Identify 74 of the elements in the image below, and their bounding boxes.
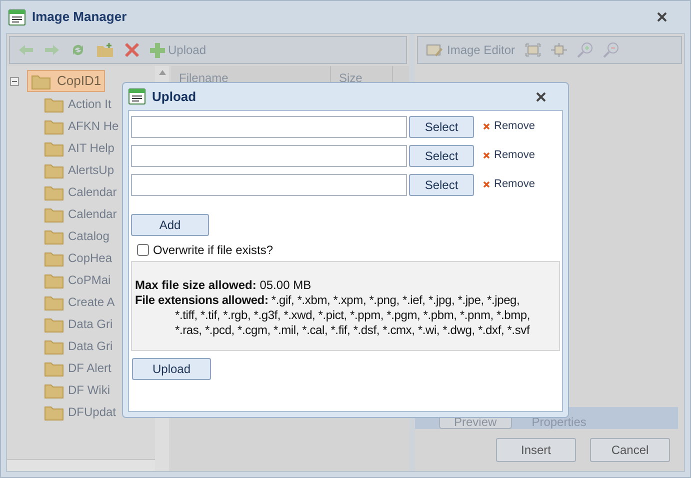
- checkbox-label: Overwrite if file exists?: [153, 242, 274, 259]
- move-icon: [551, 43, 568, 57]
- tree-item[interactable]: CoPMai: [44, 271, 111, 289]
- folder-icon: [44, 272, 64, 288]
- tree-item[interactable]: DFUpdat: [44, 403, 116, 421]
- remove-link[interactable]: Remove: [483, 176, 535, 193]
- folder-icon: [44, 162, 64, 178]
- folder-icon: [44, 184, 64, 200]
- file-path-field[interactable]: [131, 174, 407, 196]
- folder-icon: [31, 72, 51, 90]
- tree-item[interactable]: CopHea: [44, 249, 112, 267]
- fit-frame-icon: [525, 43, 542, 57]
- remove-icon: [483, 152, 490, 159]
- horizontal-scrollbar[interactable]: [7, 459, 155, 471]
- zoom-out-icon: [603, 42, 620, 58]
- info-text: Max file size allowed: 05.00 MB: [135, 278, 312, 293]
- tree-item[interactable]: Catalog: [44, 227, 110, 245]
- folder-icon: [44, 294, 64, 310]
- folder-icon: [44, 338, 64, 354]
- folder-icon: [44, 382, 64, 398]
- back-arrow-icon: [18, 44, 34, 56]
- add-button[interactable]: Add: [131, 214, 209, 236]
- folder-icon: [44, 360, 64, 376]
- folder-icon: [44, 140, 64, 156]
- remove-icon: [483, 123, 490, 130]
- folder-icon: [44, 96, 64, 112]
- remove-link[interactable]: Remove: [483, 147, 535, 164]
- tree-item[interactable]: DF Alert: [44, 359, 112, 377]
- new-folder-icon: [96, 42, 114, 58]
- remove-icon: [483, 181, 490, 188]
- file-path-field[interactable]: [131, 116, 407, 138]
- scroll-up-icon: [158, 70, 166, 75]
- tree-item[interactable]: CopID1: [27, 70, 106, 92]
- select-button[interactable]: Select: [409, 144, 474, 166]
- tree-item[interactable]: Data Gri: [44, 315, 113, 333]
- zoom-in-icon: [577, 42, 594, 58]
- image-editor-button[interactable]: Image Editor: [426, 41, 516, 59]
- folder-icon: [44, 228, 64, 244]
- window-icon: [128, 88, 146, 105]
- refresh-icon: [70, 42, 86, 58]
- dialog-button[interactable]: Cancel: [590, 438, 670, 462]
- collapse-toggle[interactable]: [10, 76, 19, 86]
- tree-item[interactable]: Create A: [44, 293, 115, 311]
- upload-toolbar-button[interactable]: Upload: [150, 41, 206, 59]
- tree-item[interactable]: DF Wiki: [44, 381, 110, 399]
- window-title: Image Manager: [32, 8, 127, 26]
- upload-button[interactable]: Upload: [132, 358, 211, 380]
- dialog-button[interactable]: Insert: [496, 438, 576, 462]
- delete-icon: [124, 42, 140, 58]
- image-edit-icon: [426, 43, 443, 57]
- tree-item[interactable]: Data Gri: [44, 337, 113, 355]
- folder-icon: [44, 206, 64, 222]
- overwrite-checkbox[interactable]: [137, 244, 149, 256]
- tree-item[interactable]: AFKN He: [44, 117, 119, 135]
- window-icon: [8, 8, 26, 26]
- plus-icon: [150, 42, 165, 58]
- folder-icon: [44, 316, 64, 332]
- close-icon: [657, 12, 667, 22]
- forward-arrow-icon: [44, 44, 60, 56]
- select-button[interactable]: Select: [409, 116, 474, 138]
- file-path-field[interactable]: [131, 144, 407, 166]
- tree-item[interactable]: Calendar: [44, 205, 117, 223]
- folder-icon: [44, 250, 64, 266]
- remove-link[interactable]: Remove: [483, 118, 535, 135]
- select-button[interactable]: Select: [409, 174, 474, 196]
- close-icon: [536, 92, 546, 102]
- folder-icon: [44, 404, 64, 420]
- tree-item[interactable]: AlertsUp: [44, 161, 114, 179]
- tree-item[interactable]: Calendar: [44, 183, 117, 201]
- tree-item[interactable]: Action It: [44, 95, 112, 113]
- folder-icon: [44, 118, 64, 134]
- tree-item[interactable]: AIT Help: [44, 139, 114, 157]
- info-text: File extensions allowed: *.gif, *.xbm, *.xpm, *.png, *.ief, *.jpg, *.jpe, *.jpeg, *.tiff, *.tif, *.rgb, *.g3f, *.xwd, *.pict, *.ppm, *.pgm, *.pbm, *.pnm, *.bmp, *.ras, *.pcd, *.cgm, *.mil, *.cal, *.fif, *.dsf, *.cmx, *.wi, *.dwg, *.dxf, *.svf: [135, 293, 531, 338]
- dialog-title: Upload: [152, 88, 196, 106]
